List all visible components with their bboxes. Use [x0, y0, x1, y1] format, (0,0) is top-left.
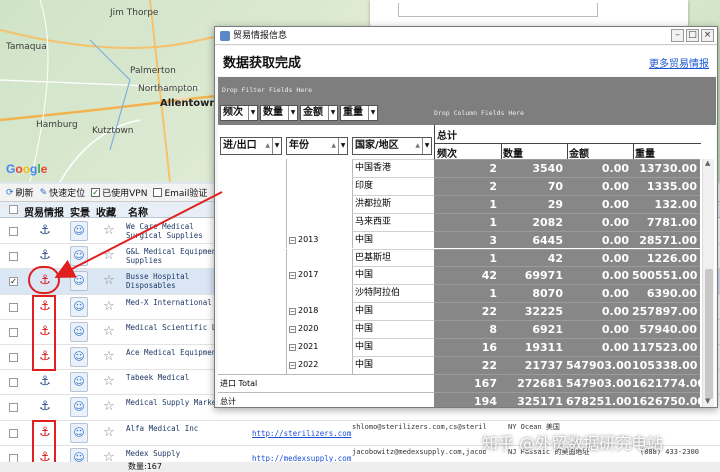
watermark: 知乎 @外贸数据研究电站 — [482, 434, 664, 453]
annotation-arrow — [54, 191, 223, 278]
